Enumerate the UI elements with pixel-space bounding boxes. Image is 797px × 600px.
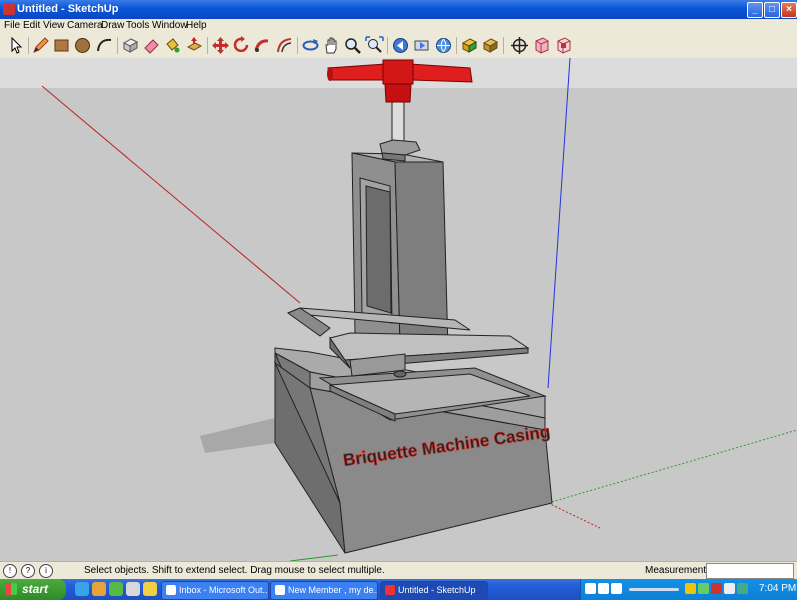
toolbar-separator (297, 37, 298, 54)
clock: 7:04 PM (759, 583, 797, 594)
status-bar: ! ? i Select objects. Shift to extend se… (0, 561, 797, 580)
tray-keyboard-icon[interactable] (724, 583, 735, 594)
main-toolbar (0, 33, 797, 59)
component-icon[interactable] (554, 36, 573, 55)
menu-window[interactable]: Window (152, 20, 188, 31)
start-button[interactable]: start (0, 579, 66, 600)
circle-icon[interactable] (73, 36, 92, 55)
menu-view[interactable]: View (43, 20, 65, 31)
tray-network-icon[interactable] (698, 583, 709, 594)
browser-icon (275, 585, 285, 595)
task-sketchup[interactable]: Untitled - SketchUp (380, 581, 488, 600)
x-ray-icon[interactable] (532, 36, 551, 55)
window-title: Untitled - SketchUp (17, 3, 119, 15)
task-new-member[interactable]: New Member , my de... (270, 581, 378, 600)
help-icon[interactable]: i (39, 564, 53, 578)
info-icon[interactable]: ! (3, 564, 17, 578)
push-pull-icon[interactable] (185, 36, 204, 55)
toolbar-separator (503, 37, 504, 54)
menu-camera[interactable]: Camera (67, 20, 103, 31)
zoom-extents-icon[interactable] (365, 36, 384, 55)
toolbar-separator (456, 37, 457, 54)
rectangle-icon[interactable] (52, 36, 71, 55)
model-canvas[interactable]: Briquette Machine Casing (0, 58, 797, 561)
title-bar: Untitled - SketchUp _ □ × (0, 0, 797, 19)
drawing-viewport[interactable]: Briquette Machine Casing (0, 58, 797, 561)
tray-update-icon[interactable] (737, 583, 748, 594)
get-models-icon[interactable] (434, 36, 453, 55)
menu-bar: File Edit View Camera Draw Tools Window … (0, 19, 797, 33)
share-model-icon[interactable] (460, 36, 479, 55)
eraser-icon[interactable] (142, 36, 161, 55)
sketchup-app-icon[interactable] (3, 3, 15, 15)
task-outlook[interactable]: Inbox - Microsoft Out... (161, 581, 269, 600)
quicklaunch-desktop-icon[interactable] (126, 582, 140, 596)
toolbar-separator (117, 37, 118, 54)
move-icon[interactable] (211, 36, 230, 55)
quicklaunch-media-icon[interactable] (92, 582, 106, 596)
previous-view-icon[interactable] (391, 36, 410, 55)
tray-security-icon[interactable] (711, 583, 722, 594)
media-prev-icon[interactable] (585, 583, 596, 594)
menu-edit[interactable]: Edit (23, 20, 40, 31)
tray-app-icon[interactable] (685, 583, 696, 594)
measurements-label: Measurements (645, 565, 712, 576)
minimize-button[interactable]: _ (747, 2, 763, 18)
windows-logo (5, 583, 17, 595)
quicklaunch-folder-icon[interactable] (143, 582, 157, 596)
volume-slider[interactable] (629, 588, 679, 591)
menu-draw[interactable]: Draw (101, 20, 124, 31)
status-text: Select objects. Shift to extend select. … (84, 565, 385, 576)
orbit-icon[interactable] (301, 36, 320, 55)
menu-file[interactable]: File (4, 20, 20, 31)
select-icon[interactable] (6, 36, 25, 55)
zoom-icon[interactable] (343, 36, 362, 55)
offset-icon[interactable] (275, 36, 294, 55)
sketchup-icon (385, 585, 395, 595)
next-view-icon[interactable] (412, 36, 431, 55)
pan-icon[interactable] (322, 36, 341, 55)
outlook-icon (166, 585, 176, 595)
rotate-icon[interactable] (232, 36, 251, 55)
toolbar-separator (207, 37, 208, 54)
quicklaunch-ie-icon[interactable] (75, 582, 89, 596)
paint-bucket-icon[interactable] (163, 36, 182, 55)
close-button[interactable]: × (781, 2, 797, 18)
media-play-icon[interactable] (598, 583, 609, 594)
media-stop-icon[interactable] (611, 583, 622, 594)
quicklaunch-messenger-icon[interactable] (109, 582, 123, 596)
toolbar-separator (387, 37, 388, 54)
follow-me-icon[interactable] (253, 36, 272, 55)
maximize-button[interactable]: □ (764, 2, 780, 18)
section-plane-icon[interactable] (510, 36, 529, 55)
make-component-icon[interactable] (121, 36, 140, 55)
measurements-input[interactable] (706, 563, 794, 579)
arc-icon[interactable] (95, 36, 114, 55)
position-camera-icon[interactable] (481, 36, 500, 55)
instructor-icon[interactable]: ? (21, 564, 35, 578)
pencil-icon[interactable] (31, 36, 50, 55)
toolbar-separator (28, 37, 29, 54)
menu-help[interactable]: Help (186, 20, 207, 31)
system-tray: 7:04 PM (580, 579, 797, 600)
taskbar: start Inbox - Microsoft Out... New Membe… (0, 579, 797, 600)
menu-tools[interactable]: Tools (126, 20, 149, 31)
